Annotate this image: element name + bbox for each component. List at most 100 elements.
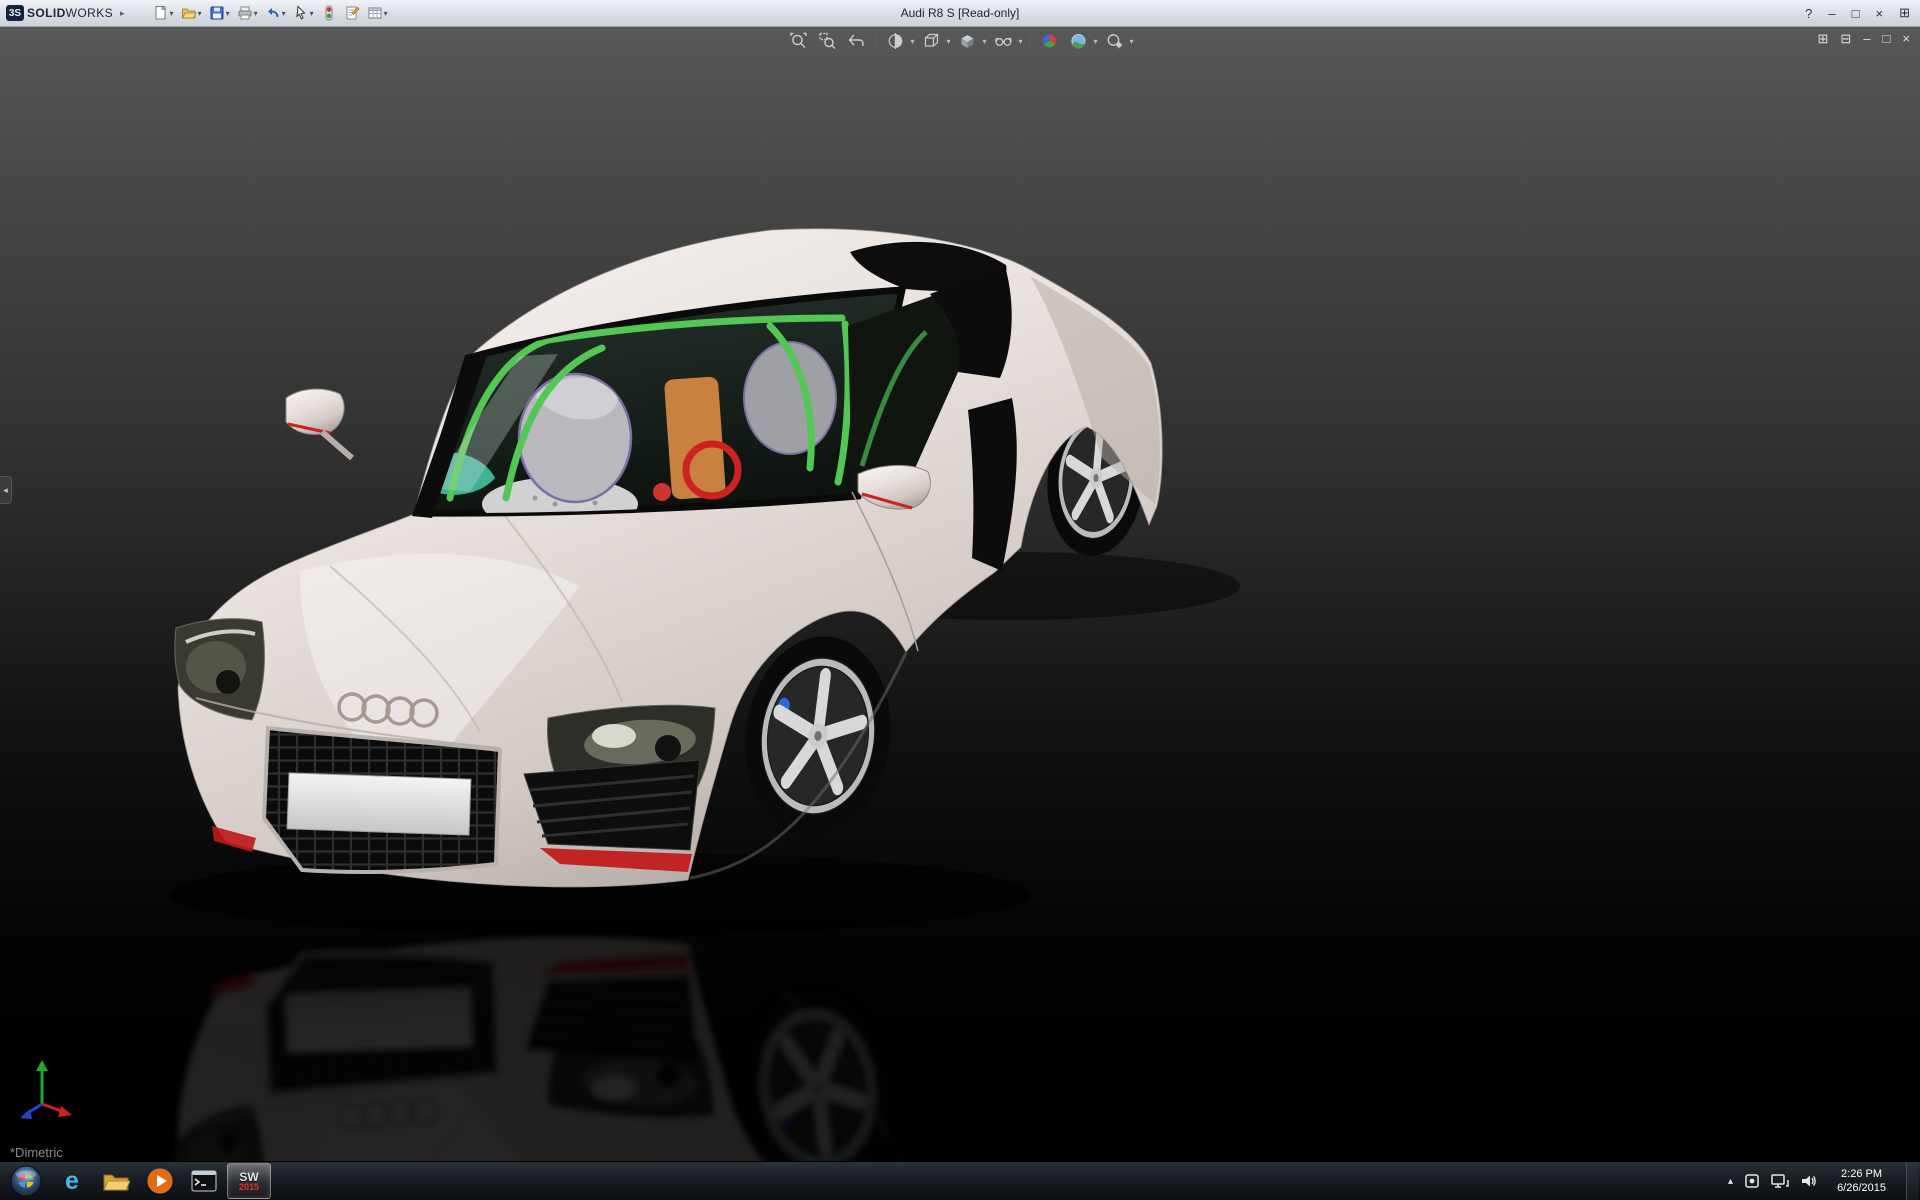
media-player-icon: [147, 1168, 173, 1194]
display-style-button[interactable]: [955, 30, 979, 52]
edit-appearance-icon: [1041, 32, 1059, 50]
corner-grid-icon[interactable]: ⊞: [1899, 5, 1910, 21]
file-properties-icon: [344, 5, 360, 21]
document-window-controls: ⊞ ⊟ – □ ×: [1818, 31, 1911, 47]
apply-scene-icon: [1070, 32, 1088, 50]
tray-expand-button[interactable]: ▴: [1728, 1176, 1733, 1187]
titlebar: 3S SOLIDWORKS ▸ ▾ ▾ ▾ ▾ ▾ ▾: [0, 0, 1920, 27]
taskbar: e SW 2015 ▴: [0, 1161, 1920, 1200]
dassault-3ds-logo-icon: 3S: [6, 5, 24, 21]
tray-app-icon[interactable]: [1744, 1173, 1760, 1189]
options-dropdown[interactable]: ▾: [384, 9, 388, 18]
zoom-to-area-icon: [818, 32, 836, 50]
left-mirror[interactable]: [286, 389, 352, 458]
x-axis-arrow: [58, 1106, 72, 1117]
section-view-button[interactable]: [883, 30, 907, 52]
internet-explorer-icon: e: [65, 1169, 79, 1194]
show-desktop-button[interactable]: [1906, 1162, 1918, 1200]
open-button[interactable]: ▾: [179, 4, 204, 22]
new-document-button[interactable]: ▾: [151, 4, 176, 22]
select-button[interactable]: ▾: [291, 4, 316, 22]
print-icon: [237, 5, 253, 21]
volume-icon[interactable]: [1800, 1173, 1817, 1189]
display-style-dropdown[interactable]: ▾: [982, 37, 986, 46]
undo-dropdown[interactable]: ▾: [282, 9, 286, 18]
open-icon: [181, 5, 197, 21]
y-axis-arrow: [36, 1060, 48, 1071]
hide-show-items-dropdown[interactable]: ▾: [1019, 37, 1023, 46]
zoom-to-fit-icon: [789, 32, 807, 50]
doc-cascade-button[interactable]: ⊟: [1840, 31, 1851, 47]
z-axis-arrow: [20, 1109, 32, 1119]
section-view-dropdown[interactable]: ▾: [910, 37, 914, 46]
doc-close-button[interactable]: ×: [1902, 31, 1910, 47]
file-properties-button[interactable]: [342, 4, 362, 22]
print-dropdown[interactable]: ▾: [254, 9, 258, 18]
folder-icon: [102, 1169, 130, 1193]
solidworks-logo: 3S SOLIDWORKS ▸: [6, 5, 125, 21]
view-orientation-label: *Dimetric: [10, 1145, 63, 1160]
select-dropdown[interactable]: ▾: [310, 9, 314, 18]
help-button[interactable]: ?: [1805, 6, 1812, 21]
previous-view-button[interactable]: [844, 30, 868, 52]
feature-tree-collapse-tab[interactable]: ◂: [0, 476, 12, 504]
rebuild-button[interactable]: [319, 4, 339, 22]
undo-icon: [265, 5, 281, 21]
new-dropdown[interactable]: ▾: [170, 9, 174, 18]
display-style-icon: [958, 32, 976, 50]
print-button[interactable]: ▾: [235, 4, 260, 22]
apply-scene-dropdown[interactable]: ▾: [1094, 37, 1098, 46]
view-orientation-button[interactable]: [919, 30, 943, 52]
edit-appearance-button[interactable]: [1038, 30, 1062, 52]
minimize-button[interactable]: –: [1828, 6, 1835, 21]
clock-date: 6/26/2015: [1837, 1181, 1886, 1195]
close-button[interactable]: ×: [1876, 6, 1884, 21]
taskbar-item-solidworks[interactable]: SW 2015: [227, 1163, 271, 1199]
apply-scene-button[interactable]: [1067, 30, 1091, 52]
clock-time: 2:26 PM: [1837, 1167, 1886, 1181]
menu-flyout-icon[interactable]: ▸: [120, 8, 125, 19]
taskbar-item-internet-explorer[interactable]: e: [51, 1164, 93, 1198]
taskbar-item-file-explorer[interactable]: [95, 1164, 137, 1198]
3d-model-canvas[interactable]: [0, 26, 1920, 1162]
taskbar-clock[interactable]: 2:26 PM 6/26/2015: [1828, 1167, 1895, 1196]
new-document-icon: [153, 5, 169, 21]
zoom-to-area-button[interactable]: [815, 30, 839, 52]
view-settings-button[interactable]: [1103, 30, 1127, 52]
view-orientation-dropdown[interactable]: ▾: [946, 37, 950, 46]
doc-new-window-button[interactable]: ⊞: [1818, 31, 1829, 47]
rebuild-icon: [321, 5, 337, 21]
right-air-intake[interactable]: [524, 760, 700, 850]
graphics-area[interactable]: ▾ ▾ ▾ ▾ ▾ ▾ ⊞ ⊟ – □ ×: [0, 26, 1920, 1162]
zoom-to-fit-button[interactable]: [786, 30, 810, 52]
network-icon[interactable]: [1771, 1173, 1789, 1189]
select-cursor-icon: [293, 5, 309, 21]
open-dropdown[interactable]: ▾: [198, 9, 202, 18]
hide-show-items-button[interactable]: [992, 30, 1016, 52]
save-dropdown[interactable]: ▾: [226, 9, 230, 18]
main-toolbar: ▾ ▾ ▾ ▾ ▾ ▾ ▾: [151, 4, 390, 22]
orientation-triad: [16, 1056, 76, 1122]
start-button[interactable]: [8, 1163, 44, 1199]
undo-button[interactable]: ▾: [263, 4, 288, 22]
heads-up-view-toolbar: ▾ ▾ ▾ ▾ ▾ ▾: [786, 30, 1133, 52]
save-button[interactable]: ▾: [207, 4, 232, 22]
doc-restore-button[interactable]: □: [1883, 31, 1891, 47]
view-settings-dropdown[interactable]: ▾: [1130, 37, 1134, 46]
panel-collapse-icon: ◂: [3, 485, 8, 496]
taskbar-item-media-player[interactable]: [139, 1164, 181, 1198]
doc-minimize-button[interactable]: –: [1863, 31, 1870, 47]
previous-view-icon: [847, 32, 865, 50]
view-settings-icon: [1106, 32, 1124, 50]
system-tray: ▴ 2:26 PM 6/26/2015: [1728, 1162, 1918, 1200]
windows-start-icon: [10, 1165, 42, 1197]
window-controls: ? – □ × ⊞: [1805, 5, 1910, 21]
command-prompt-icon: [191, 1170, 217, 1192]
section-view-icon: [886, 32, 904, 50]
taskbar-item-command-prompt[interactable]: [183, 1164, 225, 1198]
maximize-button[interactable]: □: [1852, 6, 1860, 21]
options-button[interactable]: ▾: [365, 4, 390, 22]
solidworks-taskbar-icon: SW 2015: [239, 1171, 259, 1192]
options-icon: [367, 5, 383, 21]
toolbar-separator: [1030, 34, 1031, 49]
